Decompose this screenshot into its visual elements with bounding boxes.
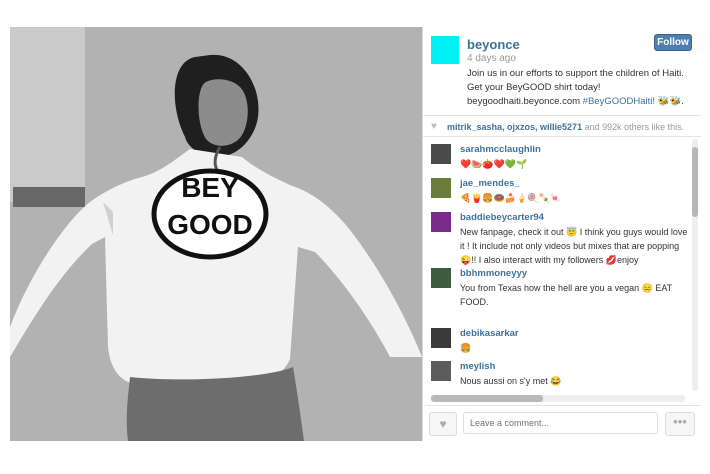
- comment-user[interactable]: baddiebeycarter94: [460, 212, 544, 223]
- comment-text: 🍕🍟🍔🍩🍰🍦🍭🍡🍬: [460, 193, 561, 203]
- like-button[interactable]: ♥: [429, 412, 457, 436]
- post-details-panel: beyonce 4 days ago Follow Join us in our…: [422, 27, 701, 442]
- comments-scroll-thumb[interactable]: [692, 147, 698, 217]
- horizontal-scrollbar[interactable]: [431, 395, 685, 402]
- caption-url[interactable]: beygoodhaiti.beyonce.com: [467, 96, 580, 107]
- post-time: 4 days ago: [467, 53, 516, 64]
- liker-names[interactable]: mitrik_sasha, ojxzos, willie5271: [447, 122, 582, 132]
- comment-user[interactable]: jae_mendes_: [460, 178, 520, 189]
- comments-scrollbar[interactable]: [692, 139, 698, 391]
- comment-text: ❤️🍉🍅❤️💚🌱: [460, 159, 528, 169]
- post-username[interactable]: beyonce: [467, 37, 520, 52]
- comment-user[interactable]: meylish: [460, 361, 495, 372]
- comment-text: Nous aussi on s'y met 😂: [460, 376, 562, 386]
- post-caption: Join us in our efforts to support the ch…: [467, 67, 693, 109]
- comment-avatar[interactable]: [431, 212, 451, 232]
- comment-avatar[interactable]: [431, 328, 451, 348]
- comment-bar: ♥ •••: [423, 405, 701, 442]
- comment-avatar[interactable]: [431, 361, 451, 381]
- comment-user[interactable]: bbhmmoneyyy: [460, 268, 527, 279]
- likes-bar: ♥ mitrik_sasha, ojxzos, willie5271 and 9…: [423, 115, 701, 137]
- post-photo[interactable]: BEY GOOD: [10, 27, 422, 441]
- shirt-text-bey: BEY: [181, 172, 239, 203]
- heart-icon: ♥: [439, 417, 447, 431]
- comment-avatar[interactable]: [431, 268, 451, 288]
- comment-avatar[interactable]: [431, 178, 451, 198]
- comment-input[interactable]: [463, 412, 658, 434]
- follow-button[interactable]: Follow: [654, 34, 692, 51]
- comment-text: 🍔: [460, 343, 472, 353]
- caption-line-1: Join us in our efforts to support the ch…: [467, 68, 684, 79]
- shirt-text-good: GOOD: [167, 209, 253, 240]
- more-icon: •••: [673, 414, 687, 429]
- photo-graphic: BEY GOOD: [10, 27, 422, 441]
- comment-avatar[interactable]: [431, 144, 451, 164]
- caption-emoji: 🐝🐝.: [657, 96, 684, 107]
- comment-user[interactable]: sarahmcclaughlin: [460, 144, 541, 155]
- comment-text: New fanpage, check it out 😇 I think you …: [460, 227, 688, 265]
- caption-hashtag[interactable]: #BeyGOODHaiti!: [583, 96, 655, 107]
- horizontal-scroll-thumb[interactable]: [431, 395, 543, 402]
- comment-user[interactable]: debikasarkar: [460, 328, 519, 339]
- comment-list[interactable]: sarahmcclaughlin ❤️🍉🍅❤️💚🌱 jae_mendes_ 🍕🍟…: [423, 139, 693, 391]
- heart-icon: ♥: [431, 121, 437, 132]
- more-options-button[interactable]: •••: [665, 412, 695, 436]
- profile-avatar[interactable]: [431, 36, 459, 64]
- likes-count: and 992k others like this.: [584, 122, 685, 132]
- caption-line-2: Get your BeyGOOD shirt today!: [467, 82, 601, 93]
- comment-text: You from Texas how the hell are you a ve…: [460, 283, 672, 307]
